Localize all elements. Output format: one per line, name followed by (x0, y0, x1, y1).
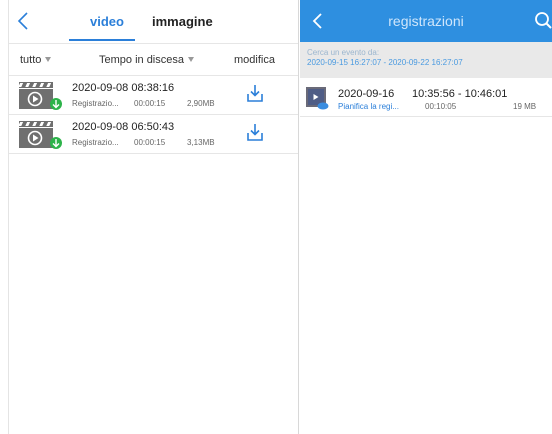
tab-video[interactable]: video (90, 14, 124, 29)
video-row[interactable]: 2020-09-08 08:38:16 Registrazio... 00:00… (9, 76, 298, 115)
tab-header: video immagine (9, 0, 298, 44)
download-icon[interactable] (245, 121, 265, 143)
video-type: Registrazio... (72, 138, 119, 147)
recording-duration: 00:10:05 (425, 102, 457, 111)
video-clapper-icon (18, 121, 62, 149)
range-label: Cerca un evento da: (307, 48, 380, 57)
video-date: 2020-09-08 08:38:16 (72, 82, 175, 94)
caret-down-icon (45, 57, 52, 62)
back-arrow-icon[interactable] (13, 9, 35, 33)
recordings-header: registrazioni (300, 0, 552, 42)
caret-down-icon (188, 57, 194, 62)
range-value: 2020-09-15 16:27:07 - 2020-09-22 16:27:0… (307, 58, 463, 67)
video-type: Registrazio... (72, 99, 119, 108)
search-icon[interactable] (533, 11, 552, 31)
recording-size: 19 MB (513, 102, 537, 111)
page-title: registrazioni (388, 13, 464, 29)
recording-row[interactable]: 2020-09-16 10:35:56 - 10:46:01 Pianifica… (300, 78, 552, 117)
local-files-panel: video immagine tutto Tempo in discesa mo… (8, 0, 299, 434)
date-range-filter[interactable]: Cerca un evento da: 2020-09-15 16:27:07 … (300, 42, 552, 78)
video-date: 2020-09-08 06:50:43 (72, 121, 175, 133)
filter-bar: tutto Tempo in discesa modifica (9, 44, 298, 76)
recording-type: Pianifica la regi... (338, 102, 399, 111)
video-row[interactable]: 2020-09-08 06:50:43 Registrazio... 00:00… (9, 115, 298, 154)
filter-all-dropdown[interactable]: tutto (20, 54, 52, 66)
video-duration: 00:00:15 (134, 138, 166, 147)
video-size: 2,90MB (187, 99, 215, 108)
video-duration: 00:00:15 (134, 99, 166, 108)
filter-all-label: tutto (20, 54, 42, 66)
sort-order-dropdown[interactable]: Tempo in discesa (99, 54, 194, 66)
active-tab-indicator (69, 39, 135, 41)
sort-order-label: Tempo in discesa (99, 54, 184, 66)
cloud-recordings-panel: registrazioni Cerca un evento da: 2020-0… (300, 0, 552, 434)
edit-button[interactable]: modifica (234, 54, 275, 66)
download-icon[interactable] (245, 82, 265, 104)
recording-date: 2020-09-16 (338, 88, 395, 100)
cloud-video-icon (306, 87, 329, 110)
video-size: 3,13MB (187, 138, 215, 147)
tab-image[interactable]: immagine (152, 14, 213, 29)
recording-time: 10:35:56 - 10:46:01 (412, 88, 508, 100)
video-clapper-icon (18, 82, 62, 110)
